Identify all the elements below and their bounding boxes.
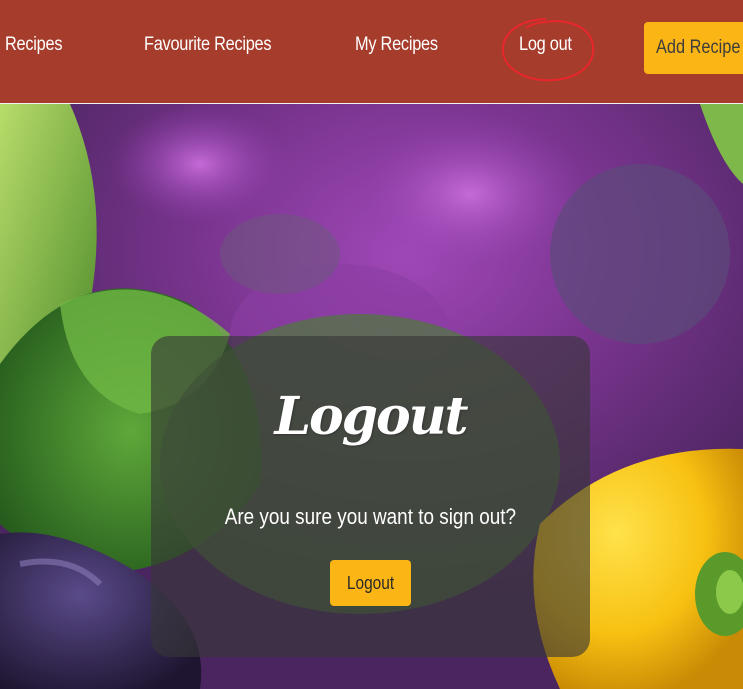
add-recipe-button[interactable]: Add Recipe <box>644 22 743 74</box>
nav-link-recipes[interactable]: Recipes <box>5 34 62 56</box>
logout-title: Logout <box>274 386 468 447</box>
logout-page: Recipes Favourite Recipes My Recipes Log… <box>0 0 743 689</box>
logout-question-text: Are you sure you want to sign out? <box>224 504 517 529</box>
nav-link-log-out[interactable]: Log out <box>519 34 572 56</box>
nav-link-my-recipes[interactable]: My Recipes <box>355 34 438 56</box>
logout-card: Logout Are you sure you want to sign out… <box>151 336 590 657</box>
logout-question: Are you sure you want to sign out? <box>151 504 590 530</box>
logout-confirm-label: Logout <box>346 572 395 593</box>
nav-link-favourite-recipes[interactable]: Favourite Recipes <box>144 34 272 56</box>
logout-confirm-button[interactable]: Logout <box>330 560 411 606</box>
add-recipe-label: Add Recipe <box>656 37 741 58</box>
top-navbar: Recipes Favourite Recipes My Recipes Log… <box>0 0 743 104</box>
